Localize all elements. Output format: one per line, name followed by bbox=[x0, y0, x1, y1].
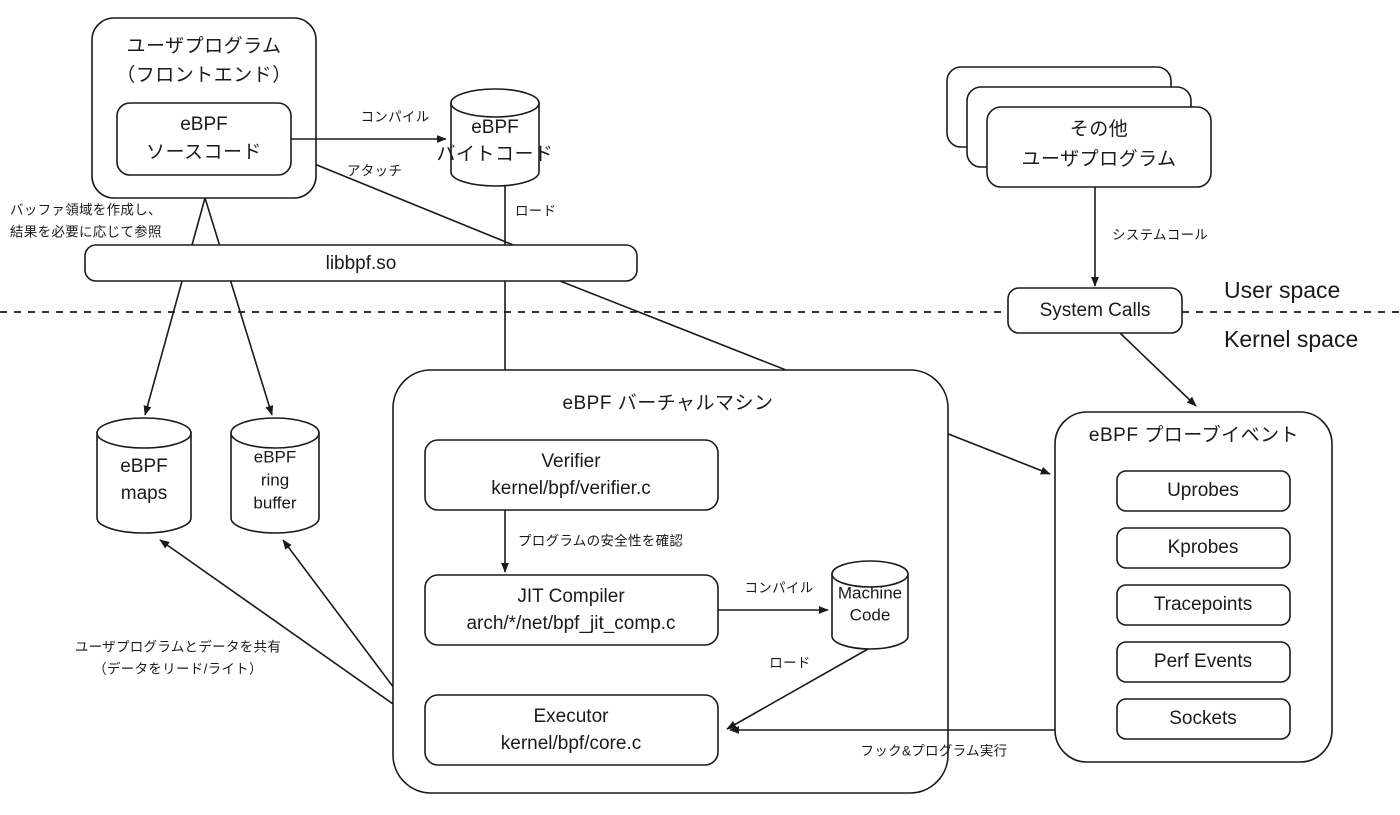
machine-code-line2: Code bbox=[850, 605, 891, 624]
ebpf-ring-buffer-line2: ring bbox=[261, 470, 289, 489]
edge-label-compile-jit: コンパイル bbox=[745, 581, 814, 596]
ebpf-source-line2: ソースコード bbox=[146, 142, 262, 163]
edge-label-attach: アタッチ bbox=[347, 164, 402, 179]
edge-label-verify-safety: プログラムの安全性を確認 bbox=[518, 533, 683, 549]
share-data-note-line1: ユーザプログラムとデータを共有 bbox=[75, 639, 281, 655]
probe-item-uprobes-label: Uprobes bbox=[1167, 480, 1239, 501]
share-data-note-line2: （データをリード/ライト） bbox=[93, 661, 263, 677]
edge-label-load-machine-code: ロード bbox=[769, 656, 810, 671]
ebpf-bytecode-line1: eBPF bbox=[471, 117, 519, 138]
verifier-line2: kernel/bpf/verifier.c bbox=[491, 478, 650, 499]
edge-label-load-bytecode: ロード bbox=[515, 204, 556, 219]
probe-item-tracepoints-label: Tracepoints bbox=[1154, 594, 1253, 615]
jit-compiler-line1: JIT Compiler bbox=[517, 586, 625, 607]
other-user-program-line1: その他 bbox=[1070, 118, 1129, 140]
probe-item-kprobes-label: Kprobes bbox=[1168, 537, 1239, 558]
ebpf-architecture-diagram: ユーザプログラム （フロントエンド） eBPF ソースコード コンパイル アタッ… bbox=[0, 0, 1400, 815]
probe-item-perf-events-label: Perf Events bbox=[1154, 651, 1252, 672]
edge-label-compile-source: コンパイル bbox=[361, 110, 430, 125]
buffer-note-line1: バッファ領域を作成し、 bbox=[10, 202, 162, 218]
ebpf-maps-line1: eBPF bbox=[120, 456, 168, 477]
edge-label-hook-and-run: フック&プログラム実行 bbox=[861, 744, 1008, 759]
machine-code-line1: Machine bbox=[838, 583, 902, 602]
kernel-space-label: Kernel space bbox=[1224, 326, 1358, 352]
ebpf-vm-title: eBPF バーチャルマシン bbox=[562, 393, 773, 414]
other-user-program-line2: ユーザプログラム bbox=[1021, 148, 1176, 170]
libbpf-label: libbpf.so bbox=[326, 253, 397, 274]
user-program-line2: （フロントエンド） bbox=[116, 64, 292, 86]
diagram-canvas: ユーザプログラム （フロントエンド） eBPF ソースコード コンパイル アタッ… bbox=[0, 17, 1400, 794]
verifier-line1: Verifier bbox=[541, 451, 601, 472]
edge-syscall-to-probes bbox=[1119, 332, 1197, 407]
ebpf-ring-buffer-line1: eBPF bbox=[254, 447, 297, 466]
edge-label-syscall: システムコール bbox=[1112, 228, 1208, 243]
executor-line2: kernel/bpf/core.c bbox=[501, 733, 641, 754]
ebpf-probe-events-title: eBPF プローブイベント bbox=[1089, 423, 1299, 446]
user-program-line1: ユーザプログラム bbox=[126, 35, 281, 57]
ebpf-maps-line2: maps bbox=[121, 483, 167, 504]
edge-userprog-to-ringbuffer bbox=[204, 197, 274, 416]
executor-line1: Executor bbox=[534, 706, 610, 727]
ebpf-ring-buffer-line3: buffer bbox=[253, 493, 297, 512]
system-calls-label: System Calls bbox=[1040, 300, 1151, 321]
probe-item-sockets-label: Sockets bbox=[1169, 708, 1237, 729]
buffer-note-line2: 結果を必要に応じて参照 bbox=[10, 224, 162, 240]
user-space-label: User space bbox=[1224, 277, 1340, 303]
edge-executor-to-maps bbox=[159, 539, 431, 731]
ebpf-bytecode-line2: バイトコード bbox=[436, 144, 553, 165]
ebpf-source-line1: eBPF bbox=[180, 114, 228, 135]
jit-compiler-line2: arch/*/net/bpf_jit_comp.c bbox=[466, 613, 675, 634]
